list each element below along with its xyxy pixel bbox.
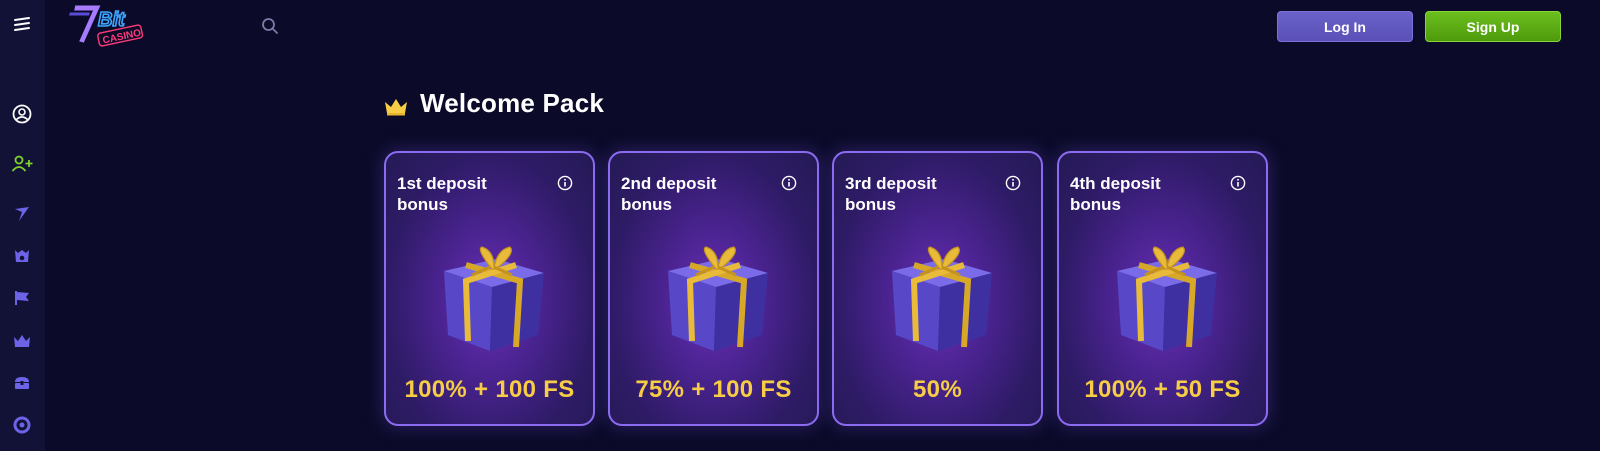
menu-icon[interactable] bbox=[11, 14, 33, 36]
card-title: 1st deposit bonus bbox=[397, 174, 487, 214]
signup-button[interactable]: Sign Up bbox=[1425, 11, 1561, 42]
gift-box-icon bbox=[884, 243, 996, 355]
sidebar bbox=[0, 0, 45, 451]
bonus-card[interactable]: 1st deposit bonus 100% + 100 FS bbox=[384, 151, 595, 426]
gift-box-icon bbox=[1109, 243, 1221, 355]
bonus-card[interactable]: 2nd deposit bonus 75% + 100 FS bbox=[608, 151, 819, 426]
add-user-icon[interactable] bbox=[11, 153, 33, 175]
gift-box-icon bbox=[436, 243, 548, 355]
bonus-card[interactable]: 3rd deposit bonus 50% bbox=[832, 151, 1043, 426]
crown-icon[interactable] bbox=[11, 330, 33, 352]
support-icon[interactable] bbox=[11, 414, 33, 436]
user-circle-icon[interactable] bbox=[11, 103, 33, 125]
slots-icon[interactable] bbox=[11, 245, 33, 267]
bonus-value: 75% + 100 FS bbox=[635, 376, 792, 403]
7bit-casino-logo[interactable]: Bit CASINO bbox=[68, 2, 148, 48]
gift-box-icon bbox=[660, 243, 772, 355]
bonus-value: 100% + 100 FS bbox=[404, 376, 575, 403]
bonus-value: 50% bbox=[913, 376, 962, 403]
svg-text:Bit: Bit bbox=[98, 9, 126, 31]
crown-icon bbox=[384, 98, 408, 116]
rocket-icon[interactable] bbox=[11, 203, 33, 225]
section-title: Welcome Pack bbox=[420, 88, 605, 118]
treasure-chest-icon[interactable] bbox=[11, 372, 33, 394]
info-icon[interactable] bbox=[1005, 175, 1021, 191]
info-icon[interactable] bbox=[1230, 175, 1246, 191]
card-title: 4th deposit bonus bbox=[1070, 174, 1161, 214]
flag-icon[interactable] bbox=[11, 287, 33, 309]
search-icon[interactable] bbox=[260, 16, 280, 36]
login-button[interactable]: Log In bbox=[1277, 11, 1413, 42]
card-title: 2nd deposit bonus bbox=[621, 174, 717, 214]
bonus-value: 100% + 50 FS bbox=[1084, 376, 1241, 403]
card-title: 3rd deposit bonus bbox=[845, 174, 937, 214]
bonus-card[interactable]: 4th deposit bonus 100% + 50 FS bbox=[1057, 151, 1268, 426]
info-icon[interactable] bbox=[781, 175, 797, 191]
info-icon[interactable] bbox=[557, 175, 573, 191]
